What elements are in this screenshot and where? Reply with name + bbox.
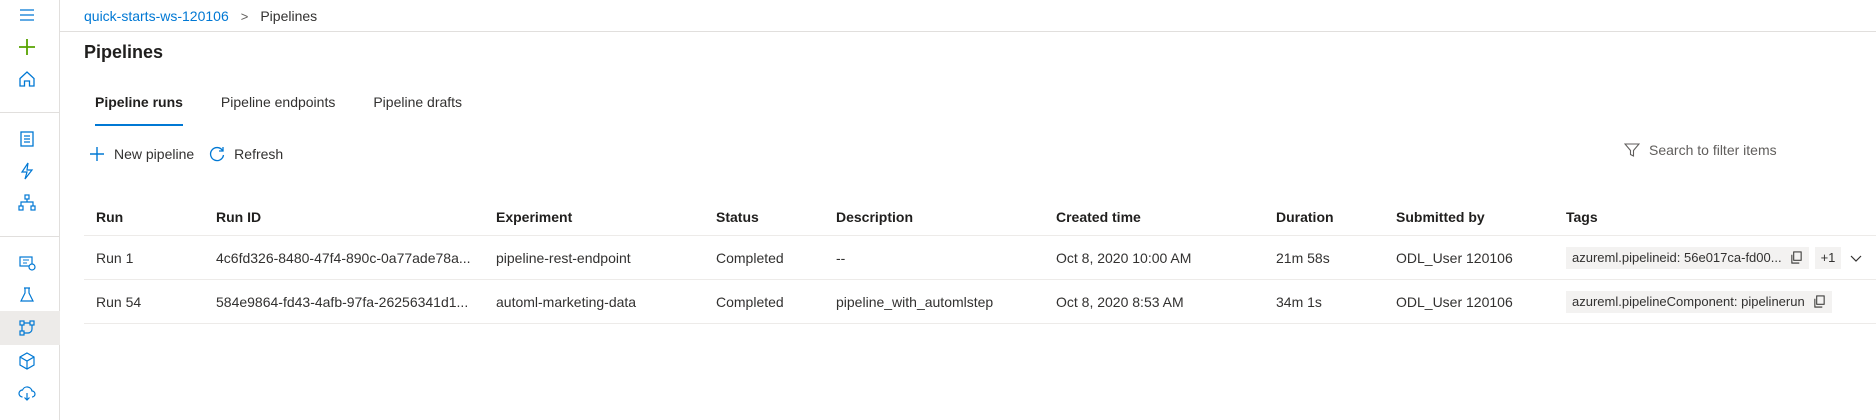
rail-divider xyxy=(0,112,60,113)
column-header-tags[interactable]: Tags xyxy=(1566,198,1876,235)
table-row[interactable]: Run 54 584e9864-fd43-4afb-97fa-26256341d… xyxy=(84,280,1876,324)
column-header-run-id[interactable]: Run ID xyxy=(216,198,486,235)
pipeline-tabs: Pipeline runs Pipeline endpoints Pipelin… xyxy=(84,90,489,126)
column-header-created-time[interactable]: Created time xyxy=(1056,198,1266,235)
tab-pipeline-drafts[interactable]: Pipeline drafts xyxy=(362,90,473,126)
datasets-icon[interactable] xyxy=(12,248,42,278)
column-header-submitted-by[interactable]: Submitted by xyxy=(1396,198,1556,235)
endpoints-icon[interactable] xyxy=(12,378,42,408)
run-link[interactable]: Run 54 xyxy=(96,280,206,323)
chevron-down-icon[interactable] xyxy=(1849,251,1863,265)
plus-icon[interactable] xyxy=(12,32,42,62)
search-placeholder: Search to filter items xyxy=(1649,142,1777,158)
tags-cell: azureml.pipelineComponent: pipelinerun xyxy=(1566,280,1876,323)
column-header-experiment[interactable]: Experiment xyxy=(496,198,706,235)
created-time: Oct 8, 2020 8:53 AM xyxy=(1056,293,1184,310)
submitted-by: ODL_User 120106 xyxy=(1396,293,1513,310)
filter-icon xyxy=(1624,143,1640,157)
column-header-status[interactable]: Status xyxy=(716,198,826,235)
more-tags-badge[interactable]: +1 xyxy=(1814,246,1842,269)
tag-text: azureml.pipelineComponent: pipelinerun xyxy=(1572,294,1805,309)
breadcrumb-current: Pipelines xyxy=(260,8,318,24)
run-status: Completed xyxy=(716,249,784,266)
column-header-description[interactable]: Description xyxy=(836,198,1046,235)
run-description: -- xyxy=(836,249,846,266)
toolbar: New pipeline Refresh xyxy=(88,142,297,166)
search-filter[interactable]: Search to filter items xyxy=(1624,138,1824,162)
experiments-icon[interactable] xyxy=(12,280,42,310)
refresh-icon xyxy=(210,146,225,162)
tag-text: azureml.pipelineid: 56e017ca-fd00... xyxy=(1572,250,1782,265)
run-link[interactable]: Run 1 xyxy=(96,236,206,279)
new-pipeline-label: New pipeline xyxy=(114,146,195,162)
refresh-label: Refresh xyxy=(234,146,284,162)
header-divider xyxy=(60,31,1876,32)
chevron-right-icon: > xyxy=(240,8,249,24)
tags-cell: azureml.pipelineid: 56e017ca-fd00... +1 xyxy=(1566,236,1876,279)
new-pipeline-button[interactable]: New pipeline xyxy=(88,145,194,163)
notebook-icon[interactable] xyxy=(12,124,42,154)
plus-icon xyxy=(90,147,104,161)
breadcrumb-workspace-link[interactable]: quick-starts-ws-120106 xyxy=(84,8,229,24)
menu-icon[interactable] xyxy=(12,0,42,30)
experiment-link[interactable]: automl-marketing-data xyxy=(496,280,706,323)
column-header-duration[interactable]: Duration xyxy=(1276,198,1386,235)
run-status: Completed xyxy=(716,293,784,310)
tab-pipeline-runs[interactable]: Pipeline runs xyxy=(84,90,194,126)
run-duration: 34m 1s xyxy=(1276,293,1322,310)
table-row[interactable]: Run 1 4c6fd326-8480-47f4-890c-0a77ade78a… xyxy=(84,236,1876,280)
home-icon[interactable] xyxy=(12,64,42,94)
run-description: pipeline_with_automlstep xyxy=(836,293,994,310)
submitted-by: ODL_User 120106 xyxy=(1396,249,1513,266)
models-icon[interactable] xyxy=(12,346,42,376)
experiment-link[interactable]: pipeline-rest-endpoint xyxy=(496,236,706,279)
tab-pipeline-endpoints[interactable]: Pipeline endpoints xyxy=(210,90,346,126)
pipeline-runs-table: Run Run ID Experiment Status Description… xyxy=(84,198,1876,324)
tag-chip: azureml.pipelineid: 56e017ca-fd00... xyxy=(1566,246,1809,269)
created-time: Oct 8, 2020 10:00 AM xyxy=(1056,249,1192,266)
run-duration: 21m 58s xyxy=(1276,249,1330,266)
copy-icon[interactable] xyxy=(1813,295,1826,308)
automl-icon[interactable] xyxy=(12,156,42,186)
run-id-link[interactable]: 4c6fd326-8480-47f4-890c-0a77ade78a... xyxy=(216,236,486,279)
pipelines-icon[interactable] xyxy=(12,313,42,343)
copy-icon[interactable] xyxy=(1790,251,1803,264)
refresh-button[interactable]: Refresh xyxy=(208,145,283,163)
page-title: Pipelines xyxy=(84,42,164,62)
table-header: Run Run ID Experiment Status Description… xyxy=(84,198,1876,236)
column-header-run[interactable]: Run xyxy=(96,198,206,235)
breadcrumb: quick-starts-ws-120106 > Pipelines xyxy=(84,6,317,26)
run-id-link[interactable]: 584e9864-fd43-4afb-97fa-26256341d1... xyxy=(216,280,486,323)
rail-divider xyxy=(0,236,60,237)
designer-icon[interactable] xyxy=(12,188,42,218)
left-nav-rail xyxy=(0,0,60,420)
tag-chip: azureml.pipelineComponent: pipelinerun xyxy=(1566,290,1832,313)
